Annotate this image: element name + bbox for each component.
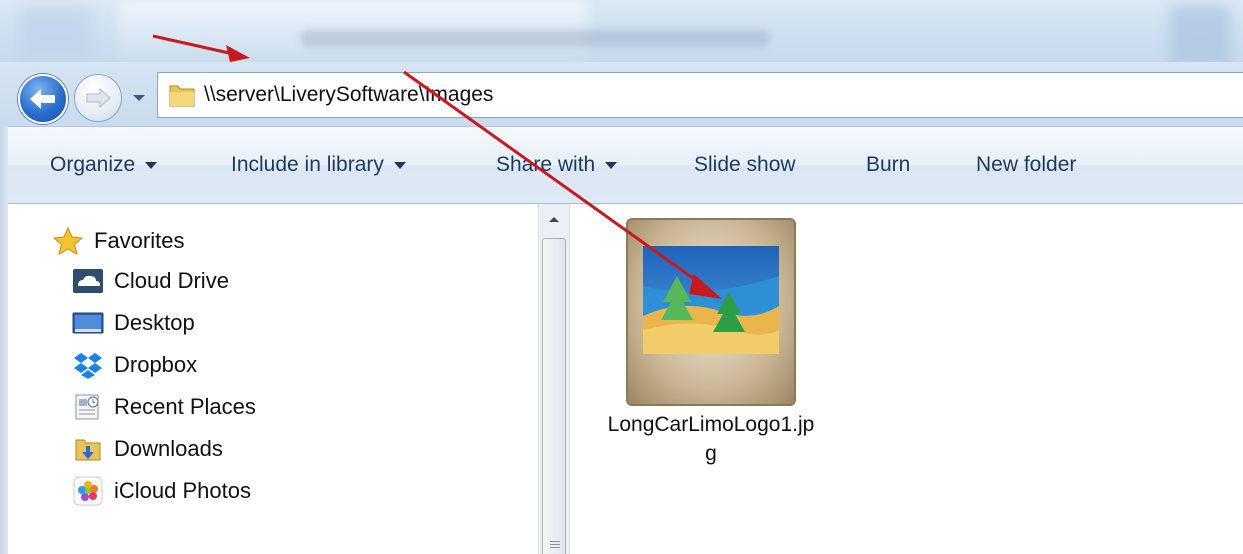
nav-downloads[interactable]: Downloads: [72, 434, 223, 464]
navigation-bar: \\server\LiverySoftware\Images: [0, 62, 1243, 126]
cloud-drive-icon: [72, 266, 104, 296]
favorites-label: Favorites: [94, 228, 185, 253]
burn-button[interactable]: Burn: [866, 153, 910, 177]
grip-line: [550, 547, 560, 548]
navigation-pane: Favorites Cloud Drive Desktop Dropbox Re…: [8, 204, 538, 554]
share-with-button[interactable]: Share with: [496, 153, 618, 177]
blurred-region: [1170, 6, 1230, 66]
chevron-down-icon: [133, 95, 145, 101]
command-bar: Organize Include in library Share with S…: [8, 126, 1243, 204]
navigation-scrollbar[interactable]: [538, 204, 570, 554]
image-thumbnail: [643, 246, 779, 354]
image-file-icon: [626, 218, 796, 406]
nav-cloud-drive[interactable]: Cloud Drive: [72, 266, 229, 296]
forward-arrow-icon: [75, 75, 121, 121]
nav-dropbox[interactable]: Dropbox: [72, 350, 197, 380]
blurred-region: [20, 8, 90, 58]
back-button[interactable]: [18, 74, 68, 124]
nav-item-label: Cloud Drive: [114, 268, 229, 293]
nav-item-label: Recent Places: [114, 394, 256, 419]
file-list-pane: LongCarLimoLogo1.jpg: [570, 204, 1243, 554]
address-bar[interactable]: \\server\LiverySoftware\Images: [157, 72, 1243, 118]
desktop-icon: [72, 308, 104, 338]
share-with-label: Share with: [496, 153, 596, 176]
explorer-window: \\server\LiverySoftware\Images Organize …: [0, 0, 1243, 554]
icloud-photos-icon: [72, 476, 104, 506]
star-icon: [52, 226, 84, 256]
nav-item-label: iCloud Photos: [114, 478, 251, 503]
nav-item-label: Dropbox: [114, 352, 198, 377]
grip-line: [550, 541, 560, 542]
grip-line: [550, 544, 560, 545]
include-in-library-button[interactable]: Include in library: [231, 153, 406, 177]
window-frame: [0, 126, 8, 554]
blurred-region: [300, 30, 770, 46]
chevron-up-icon: [549, 217, 559, 222]
folder-icon: [168, 82, 196, 108]
nav-icloud-photos[interactable]: iCloud Photos: [72, 476, 251, 506]
file-name: LongCarLimoLogo1.jpg: [607, 413, 815, 465]
nav-item-label: Downloads: [114, 436, 223, 461]
slide-show-label: Slide show: [694, 153, 796, 176]
scroll-up-button[interactable]: [539, 204, 569, 234]
recent-pages-button[interactable]: [128, 84, 150, 112]
back-arrow-icon: [20, 76, 66, 122]
chevron-down-icon: [393, 161, 406, 169]
nav-item-label: Desktop: [114, 310, 195, 335]
chevron-down-icon: [605, 161, 618, 169]
scroll-thumb[interactable]: [542, 238, 566, 554]
chevron-down-icon: [145, 161, 158, 169]
dropbox-icon: [72, 350, 104, 380]
include-in-library-label: Include in library: [231, 153, 384, 176]
recent-places-icon: [72, 392, 104, 422]
nav-desktop[interactable]: Desktop: [72, 308, 195, 338]
new-folder-button[interactable]: New folder: [976, 153, 1076, 177]
organize-button[interactable]: Organize: [50, 153, 158, 177]
organize-label: Organize: [50, 153, 136, 176]
address-path: \\server\LiverySoftware\Images: [204, 83, 494, 106]
new-folder-label: New folder: [976, 153, 1077, 176]
nav-recent-places[interactable]: Recent Places: [72, 392, 256, 422]
forward-button[interactable]: [74, 74, 122, 122]
burn-label: Burn: [866, 153, 911, 176]
nav-favorites[interactable]: Favorites: [52, 226, 184, 256]
downloads-icon: [72, 434, 104, 464]
slide-show-button[interactable]: Slide show: [694, 153, 796, 177]
